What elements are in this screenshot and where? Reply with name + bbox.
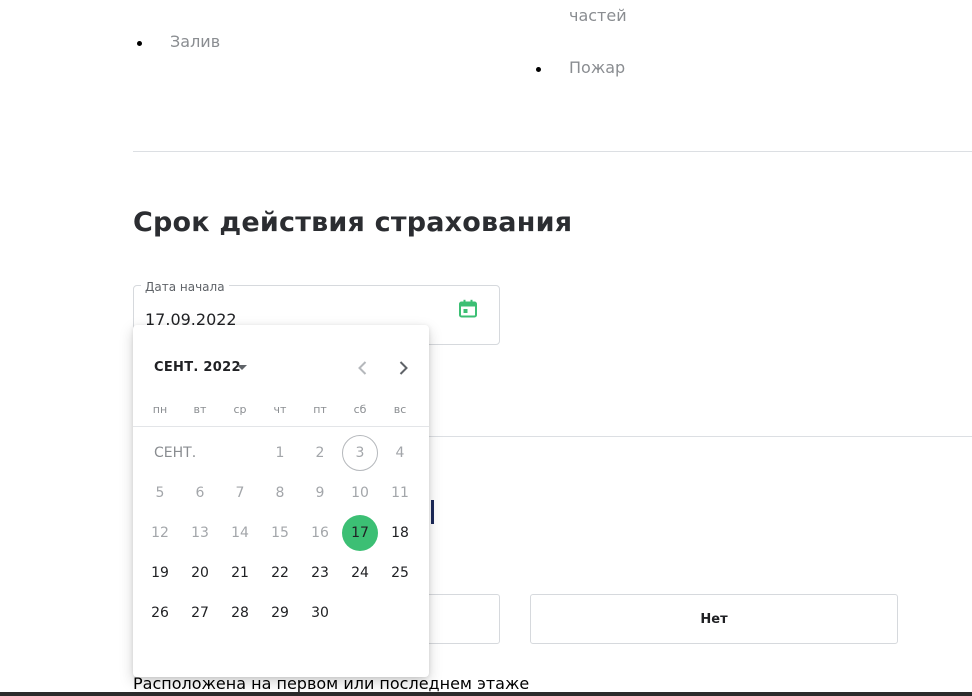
calendar-day: 9 (315, 485, 325, 501)
calendar-day: 14 (231, 525, 249, 541)
section-divider (133, 151, 972, 152)
calendar-day[interactable]: 18 (382, 515, 418, 551)
calendar-divider (133, 426, 429, 427)
caret-down-icon[interactable] (237, 365, 247, 370)
calendar-day: 15 (271, 525, 289, 541)
calendar-day[interactable]: 19 (142, 555, 178, 591)
calendar-day[interactable]: 28 (222, 595, 258, 631)
risk-item-flood: Залив (170, 32, 221, 51)
calendar-day: 5 (155, 485, 165, 501)
calendar-day: 6 (195, 485, 205, 501)
calendar-icon[interactable] (458, 299, 478, 319)
date-picker-popup: СЕНТ. 2022 пн вт ср чт пт сб вс СЕНТ. 12345678… (133, 325, 429, 677)
calendar-day[interactable]: 27 (182, 595, 218, 631)
calendar-day-selected[interactable]: 17 (342, 515, 378, 551)
calendar-day: 10 (351, 485, 369, 501)
start-date-label: Дата начала (141, 280, 229, 294)
calendar-day: 16 (311, 525, 329, 541)
month-short-label: СЕНТ. (154, 445, 197, 461)
risk-item-fragment: частей (569, 6, 627, 25)
weekday-label: пн (152, 403, 168, 416)
insurance-period-title: Срок действия страхования (133, 207, 573, 238)
month-year-selector[interactable]: СЕНТ. 2022 (154, 360, 241, 375)
bullet-dot (137, 41, 142, 46)
calendar-day: 4 (395, 445, 405, 461)
calendar-day[interactable]: 30 (302, 595, 338, 631)
weekday-label: вт (193, 403, 207, 416)
calendar-day[interactable]: 24 (342, 555, 378, 591)
calendar-day[interactable]: 23 (302, 555, 338, 591)
section-divider (420, 436, 972, 437)
calendar-day[interactable]: 26 (142, 595, 178, 631)
calendar-day[interactable]: 22 (262, 555, 298, 591)
calendar-day: 13 (191, 525, 209, 541)
calendar-day: 3 (342, 435, 378, 471)
weekday-label: чт (273, 403, 287, 416)
weekday-label: ср (233, 403, 247, 416)
calendar-day[interactable]: 21 (222, 555, 258, 591)
weekday-label: сб (353, 403, 367, 416)
chevron-right-icon[interactable] (393, 358, 413, 378)
risk-item-fire: Пожар (569, 58, 626, 77)
weekday-label: вс (393, 403, 407, 416)
weekday-label: пт (313, 403, 327, 416)
calendar-day: 12 (151, 525, 169, 541)
calendar-day[interactable]: 25 (382, 555, 418, 591)
calendar-day: 7 (235, 485, 245, 501)
bullet-dot (536, 67, 541, 72)
chevron-left-icon[interactable] (353, 358, 373, 378)
calendar-day[interactable]: 29 (262, 595, 298, 631)
calendar-day: 1 (275, 445, 285, 461)
answer-yes-button[interactable] (420, 594, 500, 644)
calendar-day: 8 (275, 485, 285, 501)
calendar-day[interactable]: 20 (182, 555, 218, 591)
bottom-border (0, 692, 972, 696)
answer-no-button[interactable]: Нет (530, 594, 898, 644)
calendar-day: 11 (391, 485, 409, 501)
calendar-day: 2 (315, 445, 325, 461)
